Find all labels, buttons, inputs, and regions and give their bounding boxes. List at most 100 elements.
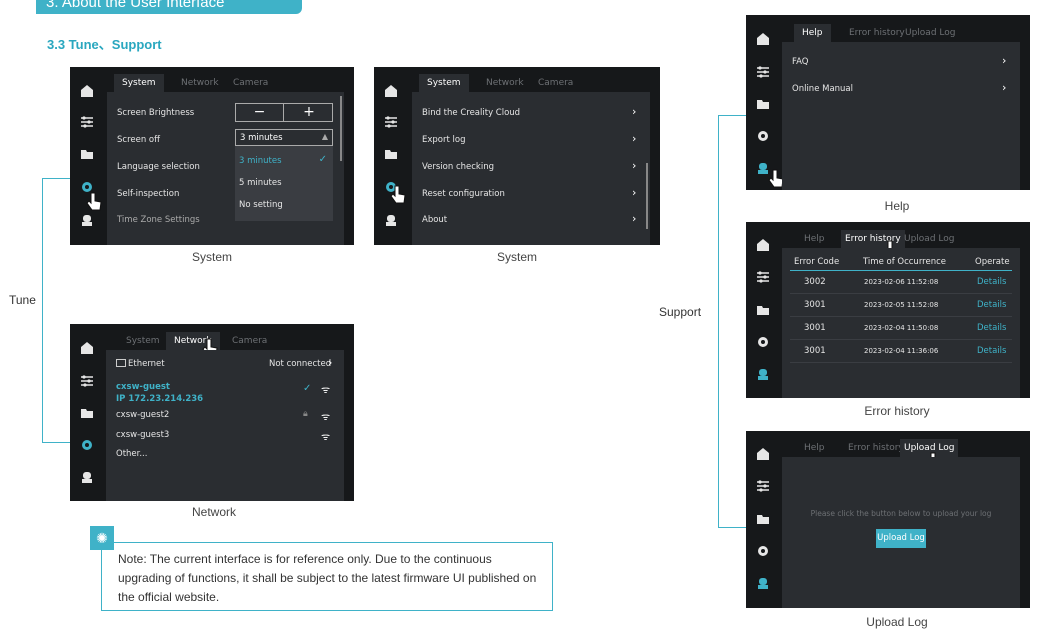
- option-5-minutes[interactable]: 5 minutes: [239, 178, 282, 188]
- network-item-other[interactable]: Other...: [116, 449, 147, 459]
- option-3-minutes[interactable]: 3 minutes: [239, 156, 282, 166]
- network-name-connected[interactable]: cxsw-guest: [116, 382, 170, 392]
- tab-system[interactable]: System: [114, 74, 164, 92]
- tab-system[interactable]: System: [126, 332, 160, 350]
- ethernet-status[interactable]: Not connected: [269, 359, 331, 369]
- upload-log-screen: Help Error history Upload Log Please cli…: [746, 431, 1030, 608]
- tab-upload-log[interactable]: Upload Log: [904, 230, 954, 248]
- upload-message: Please click the button below to upload …: [810, 509, 992, 518]
- gear-icon[interactable]: [80, 438, 94, 452]
- scrollbar[interactable]: [646, 163, 648, 229]
- home-icon[interactable]: [384, 84, 398, 98]
- option-no-setting[interactable]: No setting: [239, 200, 283, 210]
- details-link[interactable]: Details: [977, 323, 1006, 333]
- robot-icon[interactable]: [80, 213, 94, 227]
- folder-icon[interactable]: [756, 303, 770, 317]
- setting-export-log[interactable]: Export log: [422, 135, 465, 145]
- home-icon[interactable]: [756, 238, 770, 252]
- tab-upload-log[interactable]: Upload Log: [905, 24, 955, 42]
- home-icon[interactable]: [756, 32, 770, 46]
- network-item[interactable]: cxsw-guest2: [116, 410, 169, 420]
- tune-icon[interactable]: [80, 115, 94, 129]
- setting-reset-configuration[interactable]: Reset configuration: [422, 189, 505, 199]
- folder-icon[interactable]: [384, 147, 398, 161]
- lightbulb-icon: ✺: [90, 526, 114, 550]
- tune-bracket: [42, 178, 70, 443]
- robot-icon[interactable]: [756, 367, 770, 381]
- ethernet-label: Ethernet: [128, 359, 165, 369]
- setting-bind-cloud[interactable]: Bind the Creality Cloud: [422, 108, 520, 118]
- tab-help[interactable]: Help: [794, 24, 831, 42]
- sidebar: [746, 15, 780, 190]
- help-item-faq[interactable]: FAQ: [792, 57, 808, 67]
- chevron-right-icon: ›: [328, 356, 333, 369]
- tune-icon[interactable]: [756, 270, 770, 284]
- error-code: 3002: [804, 277, 826, 287]
- chevron-right-icon: ›: [632, 159, 637, 172]
- sidebar: [746, 222, 780, 398]
- row-divider: [790, 362, 1012, 363]
- scrollbar[interactable]: [340, 96, 342, 161]
- tab-help[interactable]: Help: [804, 439, 825, 457]
- tune-icon[interactable]: [756, 479, 770, 493]
- caption-help: Help: [884, 199, 910, 213]
- folder-icon[interactable]: [756, 512, 770, 526]
- triangle-up-icon: ▲: [321, 132, 328, 141]
- tab-network[interactable]: Network: [181, 74, 219, 92]
- setting-self-inspection: Self-inspection: [117, 189, 180, 199]
- upload-log-button[interactable]: Upload Log: [876, 529, 926, 548]
- tune-icon[interactable]: [80, 374, 94, 388]
- folder-icon[interactable]: [80, 406, 94, 420]
- error-time: 2023-02-04 11:36:06: [864, 347, 939, 355]
- tab-system[interactable]: System: [419, 74, 469, 92]
- gear-icon[interactable]: [756, 544, 770, 558]
- tab-error-history[interactable]: Error history: [848, 439, 904, 457]
- brightness-stepper: − +: [235, 103, 333, 122]
- chevron-right-icon: ›: [1002, 81, 1007, 94]
- help-item-online-manual[interactable]: Online Manual: [792, 84, 853, 94]
- tab-camera[interactable]: Camera: [538, 74, 573, 92]
- tune-icon[interactable]: [384, 115, 398, 129]
- system-screen-2: System Network Camera Bind the Creality …: [374, 67, 660, 245]
- folder-icon[interactable]: [756, 97, 770, 111]
- tab-camera[interactable]: Camera: [232, 332, 267, 350]
- row-divider: [790, 293, 1012, 294]
- setting-version-checking[interactable]: Version checking: [422, 162, 494, 172]
- sidebar: [70, 324, 104, 501]
- home-icon[interactable]: [756, 447, 770, 461]
- gear-icon[interactable]: [756, 129, 770, 143]
- robot-icon[interactable]: [756, 576, 770, 590]
- details-link[interactable]: Details: [977, 346, 1006, 356]
- details-link[interactable]: Details: [977, 277, 1006, 287]
- pointer-hand-icon: [390, 185, 406, 204]
- chapter-banner: 3. About the User Interface: [36, 0, 302, 14]
- robot-icon[interactable]: [384, 213, 398, 227]
- check-icon: ✓: [303, 383, 312, 394]
- tune-icon[interactable]: [756, 65, 770, 79]
- caption-system-1: System: [191, 250, 232, 264]
- folder-icon[interactable]: [80, 147, 94, 161]
- support-bracket: [718, 115, 746, 528]
- robot-icon[interactable]: [80, 470, 94, 484]
- tab-network[interactable]: Network: [486, 74, 524, 92]
- network-ip: IP 172.23.214.236: [116, 394, 204, 404]
- caption-error-history: Error history: [864, 404, 930, 418]
- brightness-plus-button[interactable]: +: [285, 104, 333, 121]
- tab-error-history[interactable]: Error history: [849, 24, 905, 42]
- setting-about[interactable]: About: [422, 215, 447, 225]
- tab-camera[interactable]: Camera: [233, 74, 268, 92]
- home-icon[interactable]: [80, 84, 94, 98]
- brightness-minus-button[interactable]: −: [236, 104, 284, 121]
- setting-screen-brightness: Screen Brightness: [117, 108, 195, 118]
- gear-icon[interactable]: [756, 335, 770, 349]
- col-error-code: Error Code: [794, 257, 840, 267]
- details-link[interactable]: Details: [977, 300, 1006, 310]
- network-item[interactable]: cxsw-guest3: [116, 430, 169, 440]
- lock-icon: 🔒︎: [303, 409, 308, 419]
- network-screen: System Network Camera Ethernet Not conne…: [70, 324, 354, 501]
- error-history-screen: Help Error history Upload Log Error Code…: [746, 222, 1030, 398]
- section-title: 3.3 Tune、Support: [47, 37, 162, 52]
- home-icon[interactable]: [80, 341, 94, 355]
- screen-off-dropdown[interactable]: 3 minutes ▲: [235, 129, 333, 146]
- tab-help[interactable]: Help: [804, 230, 825, 248]
